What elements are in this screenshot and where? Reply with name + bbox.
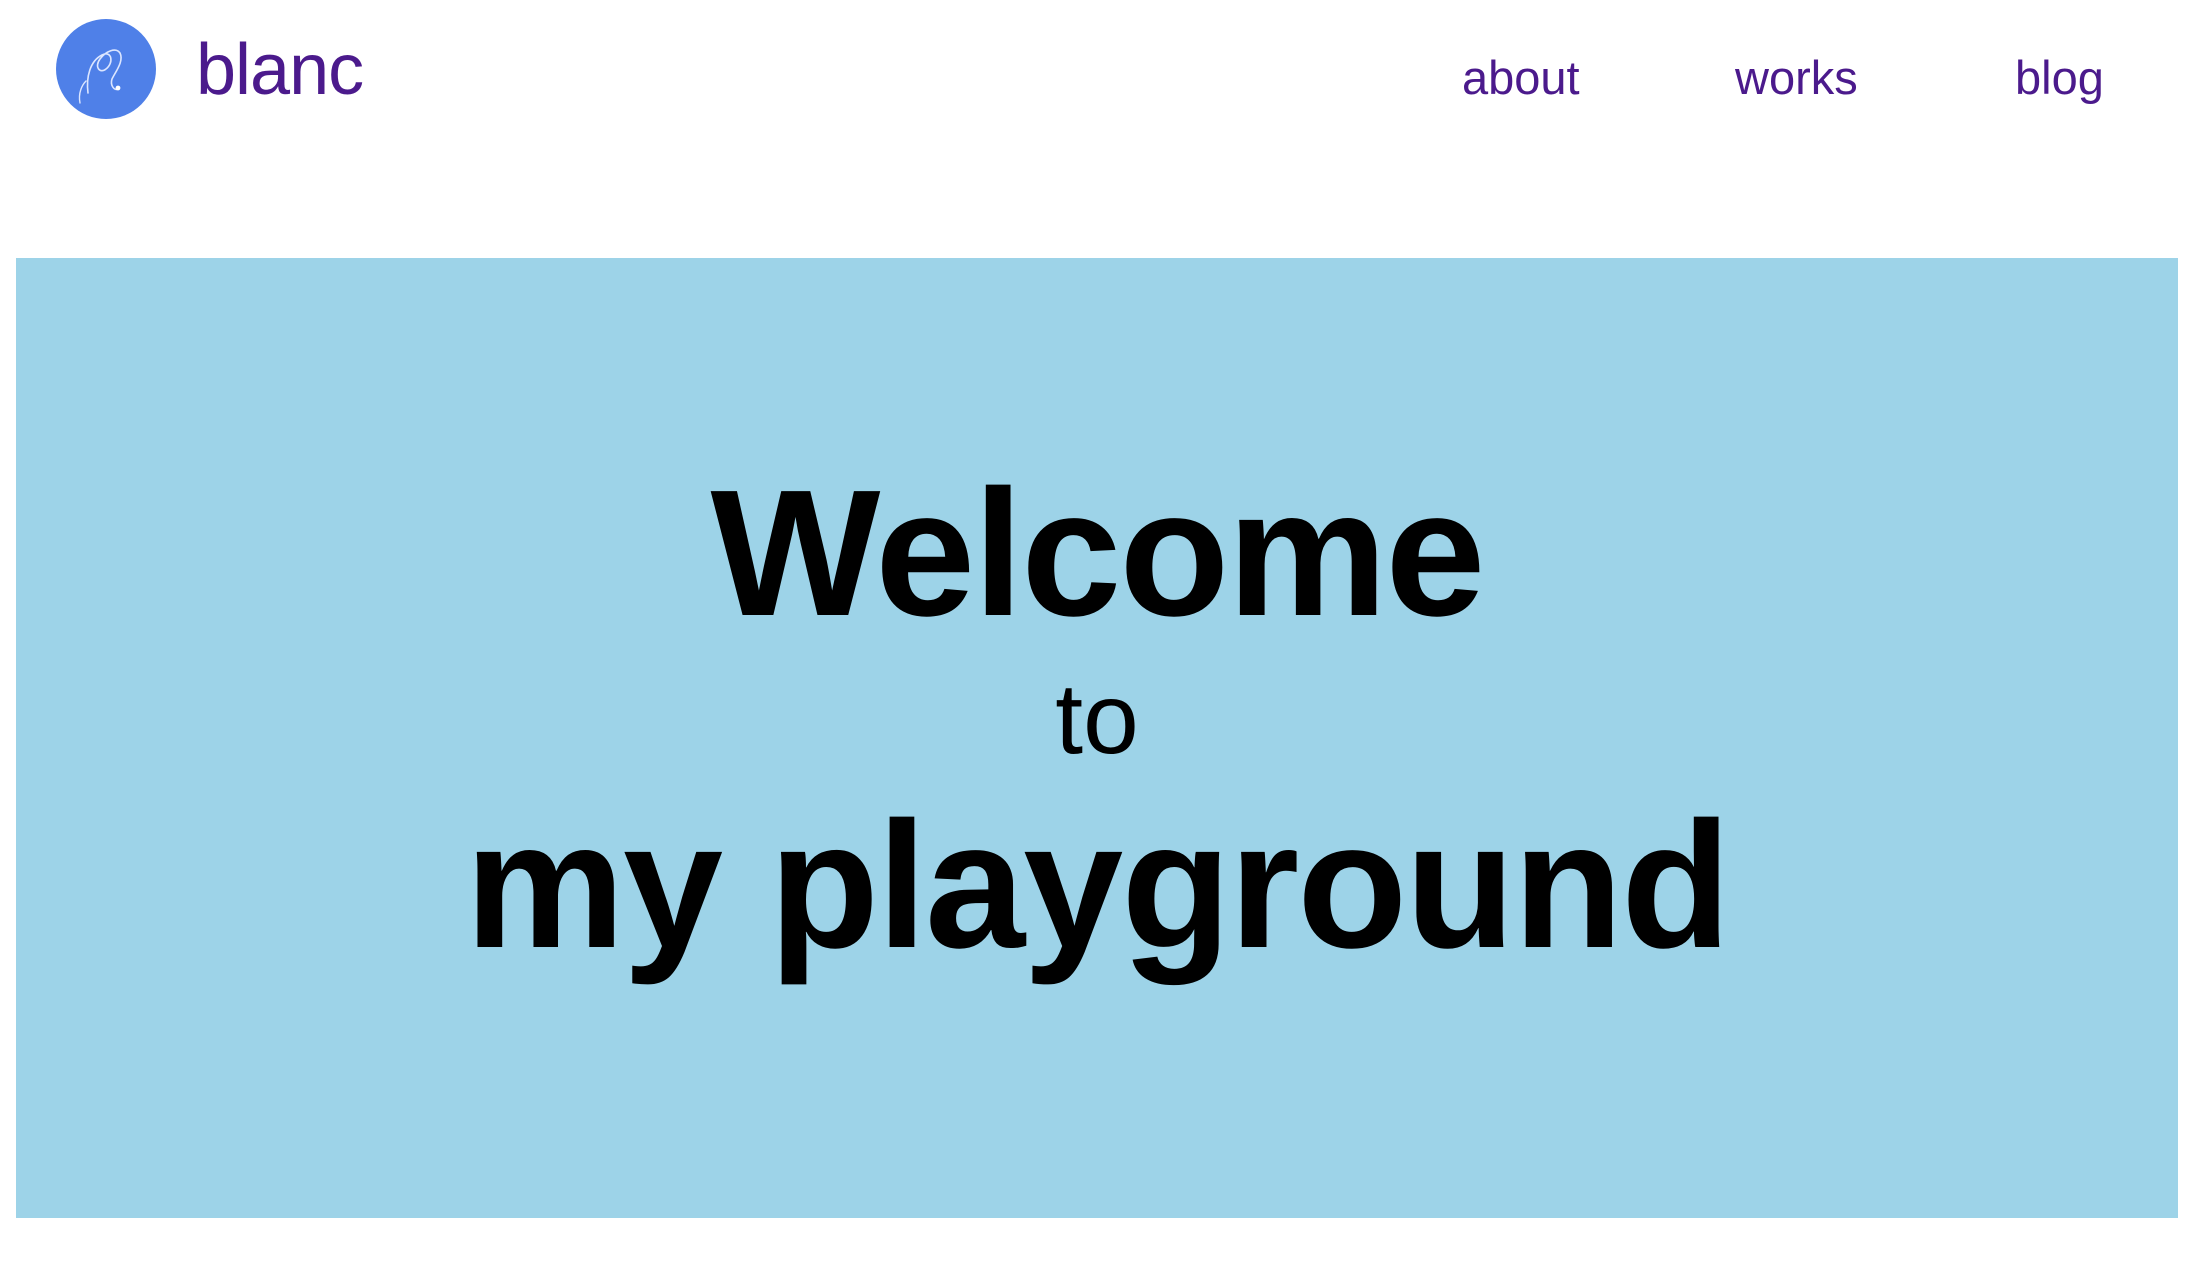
nav-link-blog[interactable]: blog (2015, 48, 2104, 108)
site-header: blanc about works blog (0, 0, 2189, 200)
brand-name[interactable]: blanc (196, 20, 364, 120)
hero-heading-playground: my playground (464, 785, 1731, 986)
nav-link-works[interactable]: works (1735, 48, 1858, 108)
hero-heading-to: to (1055, 663, 1139, 775)
nav-link-about[interactable]: about (1462, 48, 1580, 108)
squiggle-logo-icon (78, 49, 122, 104)
logo-link[interactable] (56, 19, 156, 119)
hero-heading-welcome: Welcome (710, 453, 1486, 654)
hero-banner: Welcome to my playground (16, 258, 2178, 1218)
